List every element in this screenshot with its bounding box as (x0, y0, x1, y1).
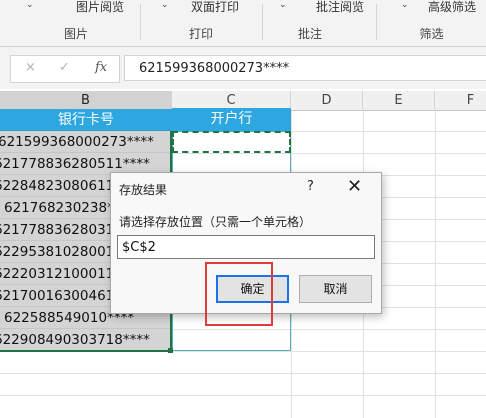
ribbon-button-comment-view[interactable]: ⌄ 批注阅览 (263, 0, 375, 16)
cancel-button[interactable]: 取消 (299, 275, 372, 303)
fx-icon[interactable]: fx (95, 60, 107, 75)
ribbon-group-name: 筛选 (419, 27, 444, 41)
ribbon-button-advanced-filter[interactable]: ⌄ 高级筛选 (377, 0, 486, 16)
grid-line (0, 395, 486, 396)
grid-line (0, 373, 486, 374)
column-header-f[interactable]: F (435, 91, 486, 111)
help-icon[interactable]: ? (307, 179, 314, 194)
ribbon-button-picture-view[interactable]: ⌄ 图片阅览 (0, 0, 132, 16)
ribbon-button-duplex-print[interactable]: ⌄ 双面打印 (141, 0, 261, 16)
chevron-down-icon[interactable]: ⌄ (161, 0, 169, 10)
check-icon[interactable]: ✓ (59, 60, 70, 75)
grid-line (435, 111, 436, 418)
dialog-prompt: 请选择存放位置（只需一个单元格） (119, 215, 312, 229)
ribbon-group-name: 图片 (63, 27, 88, 41)
ribbon-button-label: 高级筛选 (428, 0, 477, 14)
chevron-down-icon[interactable]: ⌄ (279, 0, 287, 10)
ribbon-group-name: 批注 (297, 27, 322, 41)
ribbon-group-filter: ⌄ 高级筛选 筛选 (377, 0, 486, 46)
ribbon-group-name: 打印 (188, 27, 213, 41)
ribbon-button-label: 批注阅览 (316, 0, 365, 14)
chevron-down-icon[interactable]: ⌄ (26, 0, 34, 10)
cancel-icon[interactable]: × (25, 60, 36, 75)
formula-bar-tools: × ✓ fx (10, 55, 120, 83)
formula-input[interactable]: 621599368000273**** (124, 55, 486, 81)
highlight-box (205, 262, 273, 326)
dialog-title: 存放结果 (119, 183, 168, 197)
column-header-e[interactable]: E (363, 91, 435, 111)
chevron-down-icon[interactable]: ⌄ (401, 0, 409, 10)
header-cell-bank[interactable]: 开户行 (172, 108, 291, 131)
header-cell-card-number[interactable]: 银行卡号 (0, 109, 172, 131)
copy-marquee (172, 131, 291, 153)
ribbon-group-comment: ⌄ 批注阅览 批注 (263, 0, 375, 46)
formula-bar: × ✓ fx 621599368000273**** (0, 47, 486, 89)
location-input[interactable]: $C$2 (117, 235, 375, 259)
fill-handle[interactable] (168, 348, 173, 353)
ribbon-button-label: 图片阅览 (76, 0, 125, 14)
ribbon-group-print: ⌄ 双面打印 打印 (141, 0, 261, 46)
ribbon: ⌄ 图片阅览 图片 ⌄ 双面打印 打印 ⌄ 批注阅览 批注 ⌄ 高级筛选 筛选 (0, 0, 486, 47)
close-icon[interactable]: ✕ (347, 176, 362, 197)
column-header-b[interactable]: B (0, 91, 172, 111)
ribbon-button-label: 双面打印 (191, 0, 240, 14)
column-header-d[interactable]: D (291, 91, 363, 111)
ribbon-group-picture: ⌄ 图片阅览 图片 (0, 0, 132, 46)
